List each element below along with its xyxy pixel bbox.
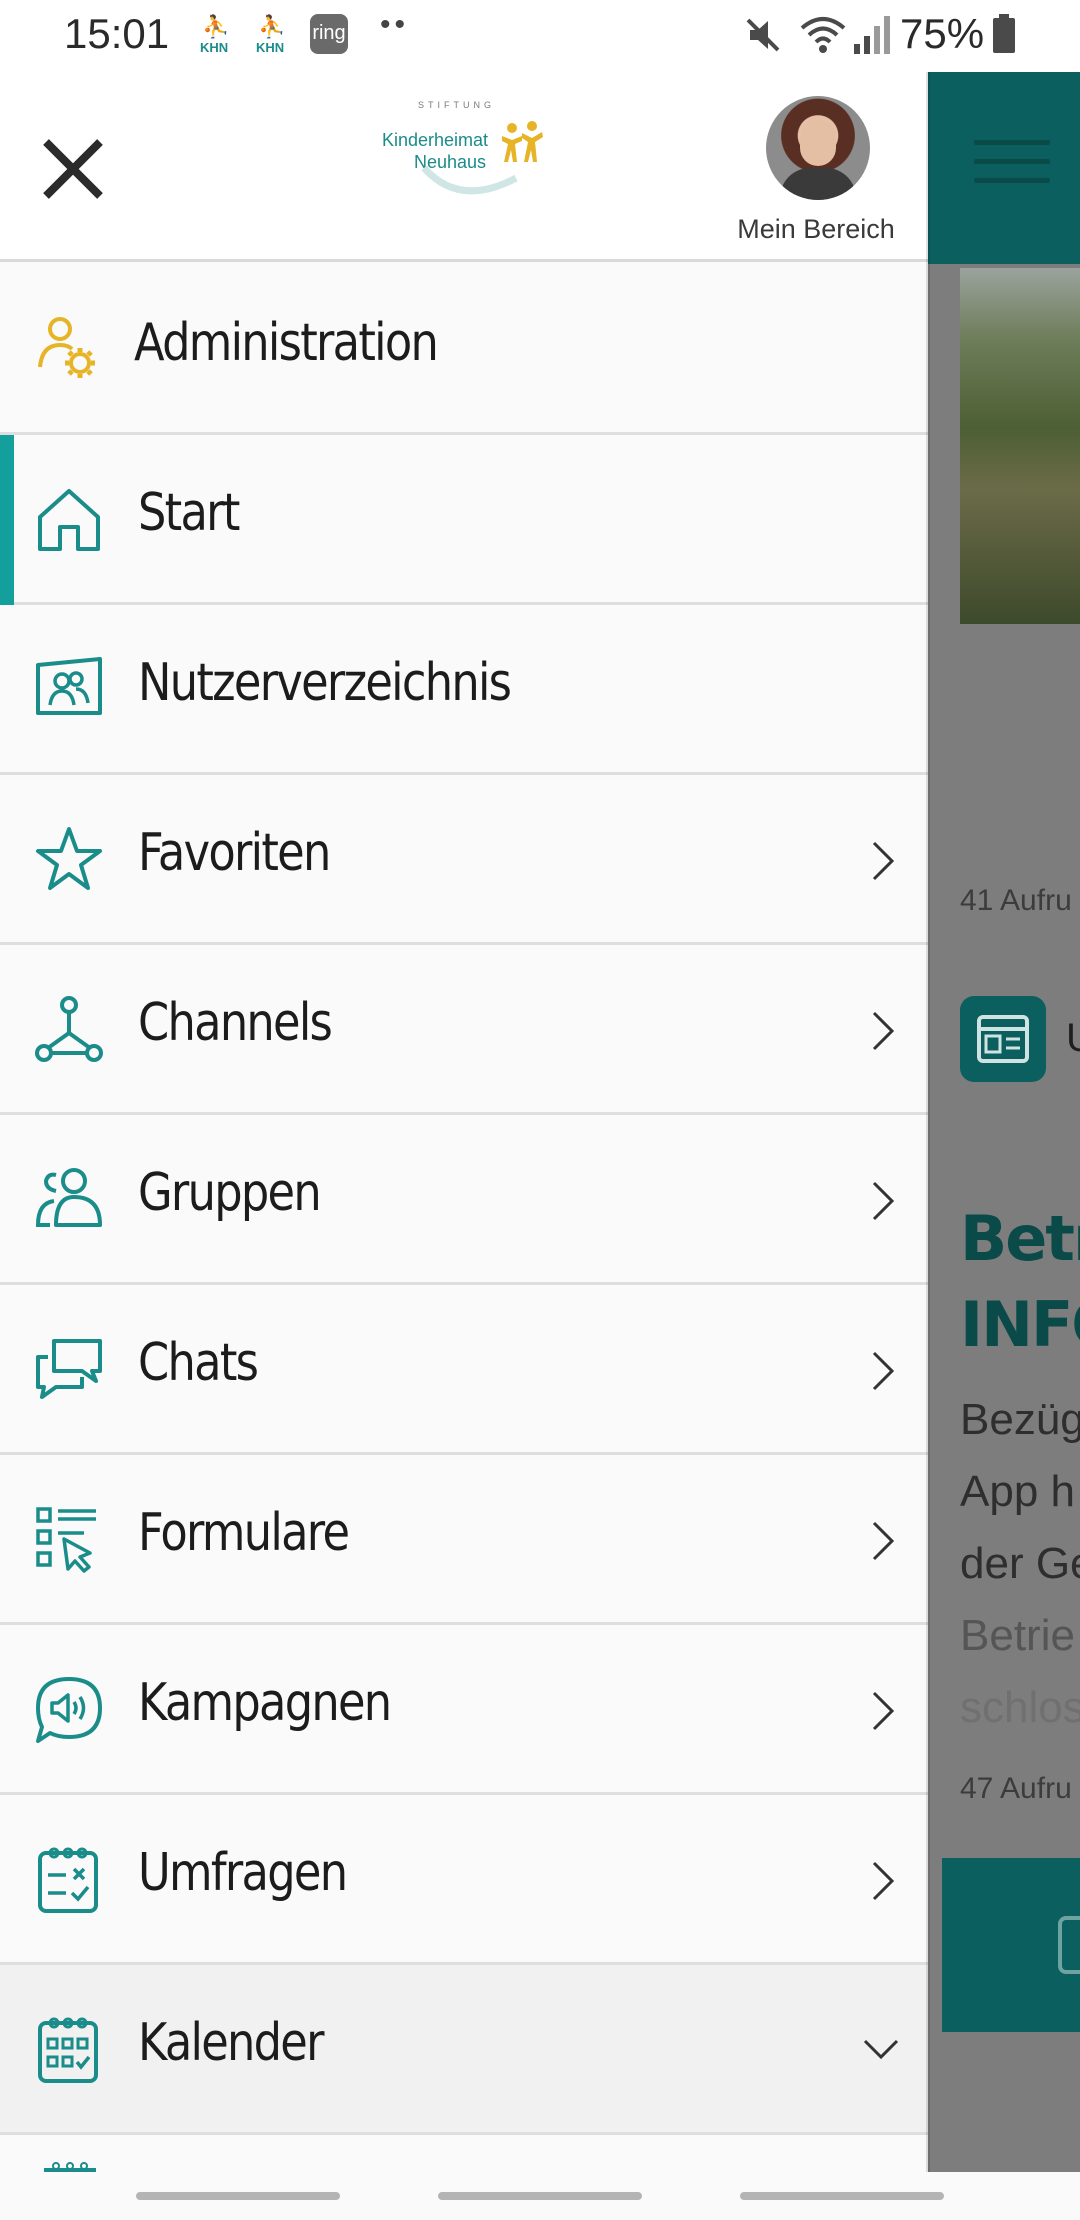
hamburger-menu-icon (974, 140, 1050, 190)
chevron-right-icon (872, 1861, 895, 1901)
chevron-right-icon (872, 841, 895, 881)
chevron-right-icon (872, 1181, 895, 1221)
close-icon[interactable] (40, 136, 106, 202)
calendar-icon (38, 2017, 98, 2083)
logo-stiftung-text: STIFTUNG (418, 100, 495, 110)
system-navigation-bar (0, 2172, 1080, 2220)
screen: 41 Aufru U Betrie INFO-A Bezüg App h der… (0, 0, 1080, 2220)
drawer-header: STIFTUNG Kinderheimat Neuhaus Mein Berei… (0, 72, 928, 262)
chevron-right-icon (872, 1351, 895, 1391)
background-post-text-3: der Ge (960, 1539, 1080, 1588)
logo-swoosh (421, 165, 518, 195)
nav-recents-button[interactable] (136, 2192, 340, 2200)
background-section-initial: U (1066, 1016, 1080, 1061)
menu-label: Kalender (138, 2013, 324, 2073)
logo-line-1: Kinderheimat (382, 130, 489, 150)
menu-item-chats[interactable]: Chats (0, 1285, 928, 1455)
document-icon (1058, 1916, 1080, 1974)
chevron-right-icon (872, 1521, 895, 1561)
my-area-profile[interactable]: Mein Bereich (726, 96, 906, 256)
background-post-title-1: Betrie (960, 1202, 1080, 1275)
star-icon (36, 827, 102, 890)
user-directory-icon (36, 657, 102, 715)
navigation-drawer: STIFTUNG Kinderheimat Neuhaus Mein Berei… (0, 72, 928, 2172)
menu-label: Umfragen (138, 1843, 348, 1903)
menu-item-start[interactable]: Start (0, 435, 928, 605)
menu-label: Favoriten (138, 823, 331, 883)
signal-icon (854, 16, 890, 54)
status-time: 15:01 (64, 10, 170, 57)
admin-user-gear-icon (38, 317, 95, 378)
megaphone-bubble-icon (36, 1677, 102, 1743)
battery-percentage: 75% (900, 10, 985, 57)
status-bar: 15:01 ⛹ KHN ⛹ KHN ring •• 75% (0, 0, 1080, 72)
mute-icon (746, 18, 780, 52)
menu-item-groups[interactable]: Gruppen (0, 1115, 928, 1285)
background-post-text-2: App h (960, 1467, 1075, 1516)
wifi-icon (800, 17, 846, 53)
news-layout-icon (960, 996, 1046, 1082)
menu-label: Channels (138, 993, 333, 1053)
menu-item-administration[interactable]: Administration (0, 265, 928, 435)
battery-icon (993, 14, 1015, 53)
background-post-title-2: INFO-A (960, 1288, 1080, 1361)
menu-item-user-directory[interactable]: Nutzerverzeichnis (0, 605, 928, 775)
chevron-right-icon (872, 1691, 895, 1731)
group-icon (35, 1168, 102, 1227)
background-view-count: 41 Aufru (960, 884, 1072, 917)
menu-label: Gruppen (138, 1163, 322, 1223)
chevron-right-icon (872, 1011, 895, 1051)
background-post-text-5: schlos (960, 1683, 1080, 1732)
nav-back-button[interactable] (740, 2192, 944, 2200)
menu-item-campaigns[interactable]: Kampagnen (0, 1625, 928, 1795)
chat-bubbles-icon (36, 1339, 102, 1399)
menu-label: Chats (138, 1333, 259, 1393)
ring-notification-icon: ring (310, 14, 348, 54)
khn-notification-icon: ⛹ KHN (256, 14, 286, 55)
menu-item-favorites[interactable]: Favoriten (0, 775, 928, 945)
menu-label: Start (138, 483, 240, 543)
menu-item-channels[interactable]: Channels (0, 945, 928, 1115)
drawer-menu: Administration Start Nutzerverzeichnis F… (0, 265, 928, 2135)
background-view-count-2: 47 Aufru (960, 1772, 1072, 1805)
menu-label: Nutzerverzeichnis (138, 653, 512, 713)
channels-network-icon (35, 996, 103, 1062)
home-icon (38, 489, 100, 551)
calendar-subitem-icon (44, 2162, 96, 2172)
more-notifications-icon: •• (380, 8, 410, 41)
background-post-image (960, 268, 1080, 624)
logo-children-icon (502, 121, 543, 162)
khn-notification-icon: ⛹ KHN (200, 14, 230, 55)
kinderheimat-neuhaus-logo: STIFTUNG Kinderheimat Neuhaus (380, 84, 548, 248)
chevron-down-icon (863, 2039, 899, 2060)
menu-label: Formulare (138, 1503, 350, 1563)
background-post-text-4: Betrie (960, 1611, 1075, 1660)
background-post-text-1: Bezüg (960, 1395, 1080, 1444)
nav-home-button[interactable] (438, 2192, 642, 2200)
menu-label: Kampagnen (138, 1673, 392, 1733)
menu-label: Administration (134, 313, 439, 373)
my-area-label: Mein Bereich (737, 214, 895, 244)
menu-item-surveys[interactable]: Umfragen (0, 1795, 928, 1965)
survey-clipboard-icon (38, 1847, 98, 1913)
drawer-edge-shadow (926, 72, 930, 2172)
menu-item-forms[interactable]: Formulare (0, 1455, 928, 1625)
form-checklist-icon (36, 1507, 96, 1573)
menu-item-calendar[interactable]: Kalender (0, 1965, 928, 2135)
avatar[interactable] (766, 96, 870, 200)
